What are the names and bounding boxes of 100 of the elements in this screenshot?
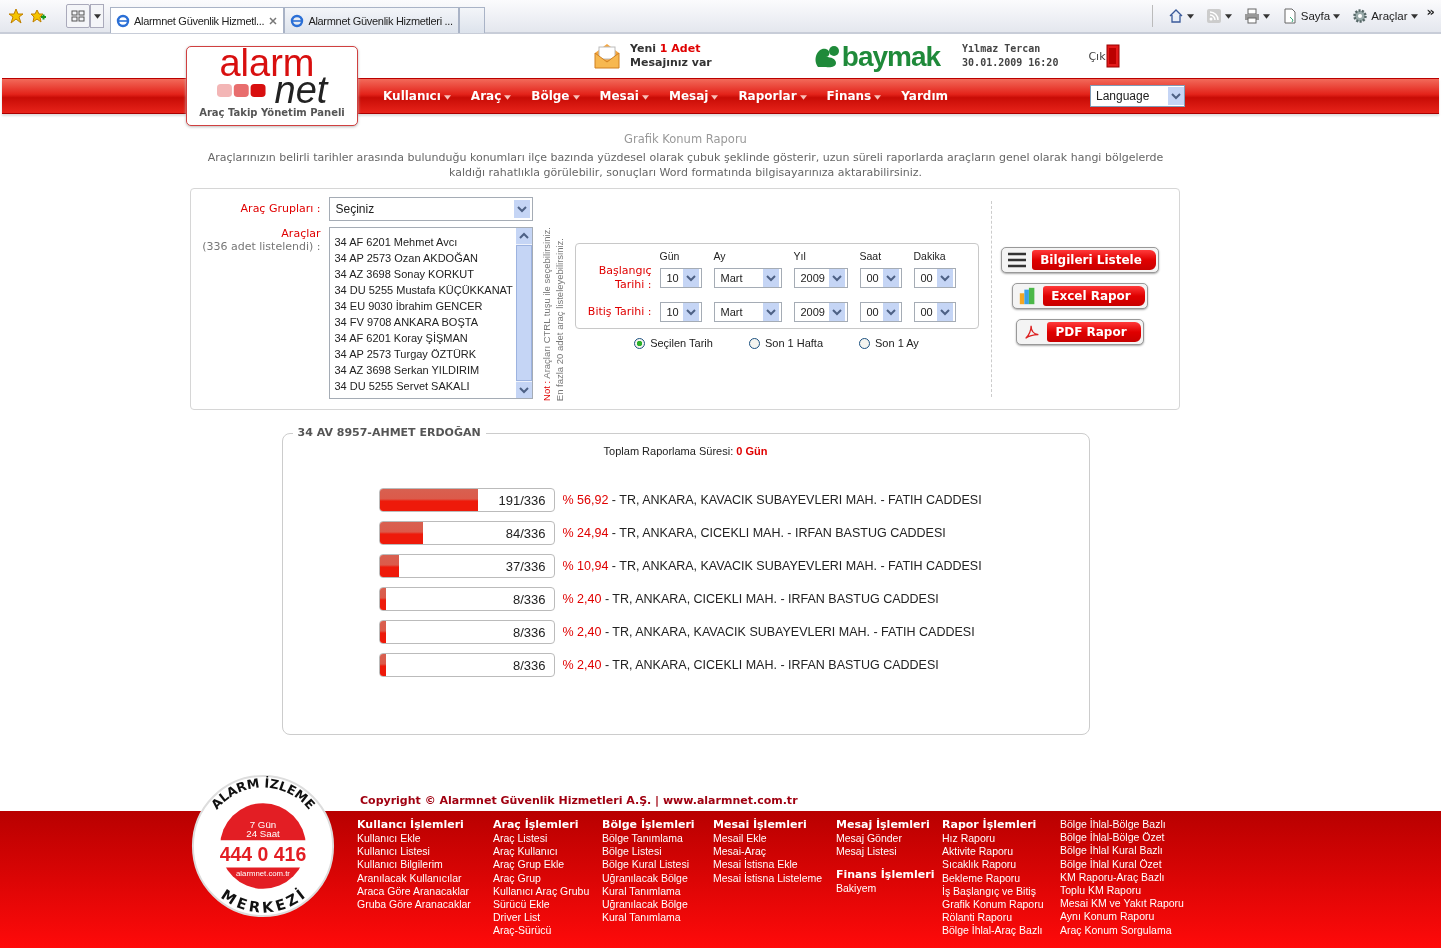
footer-link[interactable]: Uğranılacak Bölge <box>602 898 713 912</box>
nav-menu-item[interactable]: Finans <box>826 89 872 103</box>
date-select[interactable]: 10 <box>659 302 702 322</box>
date-select[interactable]: 00 <box>913 302 956 322</box>
footer-link[interactable]: İş Başlangıç ve Bitiş <box>942 884 1060 898</box>
list-item[interactable]: 34 EU 9030 İbrahim GENCER <box>334 298 516 314</box>
footer-link[interactable]: Bölge Listesi <box>602 845 713 859</box>
list-item[interactable]: 34 AP 2573 Ozan AKDOĞAN <box>334 250 516 266</box>
scroll-down-icon[interactable] <box>515 382 532 398</box>
footer-link[interactable]: Bölge İhlal Kural Bazlı <box>1060 844 1184 858</box>
logout-link[interactable]: Çık <box>1088 49 1106 63</box>
caret-icon[interactable] <box>874 95 882 100</box>
footer-link[interactable]: Kural Tanımlama <box>602 911 713 925</box>
footer-link[interactable]: Bölge Kural Listesi <box>602 858 713 872</box>
list-item[interactable]: 34 AZ 3698 Sonay KORKUT <box>334 266 516 282</box>
nav-menu-item[interactable]: Yardım <box>901 89 949 103</box>
footer-link[interactable]: Grafik Konum Raporu <box>942 898 1060 912</box>
nav-menu-item[interactable]: Mesaj <box>668 89 709 103</box>
list-item[interactable]: 34 FV 9708 ANKARA BOŞTA <box>334 314 516 330</box>
range-radio[interactable]: Seçilen Tarih <box>634 337 713 349</box>
browser-tab[interactable]: Alarmnet Güvenlik Hizmetl... <box>110 7 285 33</box>
tab-list-button[interactable] <box>66 4 90 28</box>
footer-link[interactable]: Rölanti Raporu <box>942 911 1060 925</box>
footer-link[interactable]: Aktivite Raporu <box>942 845 1060 859</box>
scroll-thumb[interactable] <box>515 245 532 381</box>
close-icon[interactable] <box>268 15 279 26</box>
footer-link[interactable]: Araç Kullanıcı <box>493 845 602 859</box>
list-item[interactable]: 34 DU 5255 Servet SAKALI <box>334 378 516 394</box>
footer-link[interactable]: Aranılacak Kullanıcılar <box>357 871 493 885</box>
footer-link[interactable]: Mesaj Listesi <box>836 845 942 859</box>
footer-link[interactable]: Bölge Tanımlama <box>602 832 713 846</box>
footer-link[interactable]: Kural Tanımlama <box>602 884 713 898</box>
footer-link[interactable]: Hız Raporu <box>942 832 1060 846</box>
footer-link[interactable]: Mesai İstisna Ekle <box>713 858 836 872</box>
date-select[interactable]: 00 <box>859 302 902 322</box>
footer-link[interactable]: Mesail Ekle <box>713 832 836 846</box>
nav-menu-item[interactable]: Raporlar <box>738 89 797 103</box>
footer-link[interactable]: Bölge İhlal-Bölge Bazlı <box>1060 818 1184 832</box>
caret-icon[interactable] <box>504 95 512 100</box>
toolbar-menu-button[interactable]: Araçlar <box>1349 6 1421 26</box>
footer-link[interactable]: Mesai KM ve Yakıt Raporu <box>1060 897 1184 911</box>
date-select[interactable]: Mart <box>713 268 782 288</box>
footer-link[interactable]: Kullanıcı Listesi <box>357 845 493 859</box>
list-item[interactable]: 34 AF 6201 Koray ŞİŞMAN <box>334 330 516 346</box>
footer-link[interactable]: Mesai İstisna Listeleme <box>713 871 836 885</box>
language-select[interactable]: Language <box>1090 85 1185 107</box>
vehicle-listbox[interactable] <box>328 227 533 399</box>
footer-link[interactable]: Kullanıcı Bilgilerim <box>357 858 493 872</box>
date-select[interactable]: 2009 <box>793 268 848 288</box>
date-select[interactable]: 00 <box>913 268 956 288</box>
list-button[interactable]: Bilgileri Listele <box>1001 247 1159 273</box>
group-select[interactable]: Seçiniz <box>328 197 533 221</box>
star-icon[interactable] <box>8 8 24 24</box>
footer-link[interactable]: Bekleme Raporu <box>942 871 1060 885</box>
footer-link[interactable]: Kullanıcı Ekle <box>357 832 493 846</box>
footer-link[interactable]: Bakiyem <box>836 882 942 896</box>
footer-link[interactable]: Sürücü Ekle <box>493 898 602 912</box>
footer-link[interactable]: KM Raporu-Araç Bazlı <box>1060 870 1184 884</box>
nav-menu-item[interactable]: Mesai <box>599 89 639 103</box>
nav-menu-item[interactable]: Kullanıcı <box>383 89 441 103</box>
footer-link[interactable]: Toplu KM Raporu <box>1060 884 1184 898</box>
caret-icon[interactable] <box>711 95 719 100</box>
new-tab-button[interactable] <box>458 7 485 33</box>
caret-icon[interactable] <box>443 95 451 100</box>
footer-link[interactable]: Mesaj Gönder <box>836 832 942 846</box>
radio-circle-icon[interactable] <box>859 337 870 349</box>
new-message-notice[interactable]: Yeni 1 Adet <box>630 42 712 56</box>
list-item[interactable]: 34 DU 5255 Mustafa KÜÇÜKKANAT <box>334 282 516 298</box>
footer-link[interactable]: Bölge İhlal-Araç Bazlı <box>942 924 1060 938</box>
exit-door-icon[interactable] <box>1105 44 1120 68</box>
footer-link[interactable]: Araç Grup <box>493 871 602 885</box>
nav-menu-item[interactable]: Bölge <box>531 89 570 103</box>
pdf-report-button[interactable]: PDF Rapor <box>1016 319 1144 345</box>
footer-link[interactable]: Araca Göre Aranacaklar <box>357 884 493 898</box>
footer-link[interactable]: Uğranılacak Bölge <box>602 871 713 885</box>
footer-link[interactable]: Gruba Göre Aranacaklar <box>357 898 493 912</box>
excel-report-button[interactable]: Excel Rapor <box>1012 283 1148 309</box>
date-select[interactable]: 00 <box>859 268 902 288</box>
caret-icon[interactable] <box>799 95 807 100</box>
nav-menu-item[interactable]: Araç <box>470 89 502 103</box>
date-select[interactable]: 10 <box>659 268 702 288</box>
browser-tab[interactable]: Alarmnet Güvenlik Hizmetleri ... <box>284 7 459 33</box>
footer-link[interactable]: Bölge İhlal Kural Özet <box>1060 857 1184 871</box>
footer-link[interactable]: Araç Grup Ekle <box>493 858 602 872</box>
alarmnet-logo[interactable]: alarm net Araç Takip Yönetim Paneli <box>186 46 358 126</box>
radio-circle-icon[interactable] <box>748 337 760 349</box>
list-item[interactable]: 34 AZ 3698 Serkan YILDIRIM <box>334 362 516 378</box>
more-button[interactable]: » <box>1426 3 1435 19</box>
caret-icon[interactable] <box>572 95 580 100</box>
footer-link[interactable]: Mesai-Araç <box>713 845 836 859</box>
date-select[interactable]: 2009 <box>793 302 848 322</box>
scrollbar[interactable] <box>515 228 532 398</box>
footer-link[interactable]: Kullanıcı Araç Grubu <box>493 884 602 898</box>
list-item[interactable]: 34 AF 6201 Mehmet Avcı <box>334 234 516 250</box>
add-favorite-icon[interactable] <box>30 8 46 24</box>
footer-link[interactable]: Sıcaklık Raporu <box>942 858 1060 872</box>
scroll-up-icon[interactable] <box>515 228 532 244</box>
footer-link[interactable]: Araç-Sürücü <box>493 924 602 938</box>
footer-link[interactable]: Bölge İhlal-Bölge Özet <box>1060 831 1184 845</box>
list-item[interactable]: 34 AP 2573 Turgay ÖZTÜRK <box>334 346 516 362</box>
